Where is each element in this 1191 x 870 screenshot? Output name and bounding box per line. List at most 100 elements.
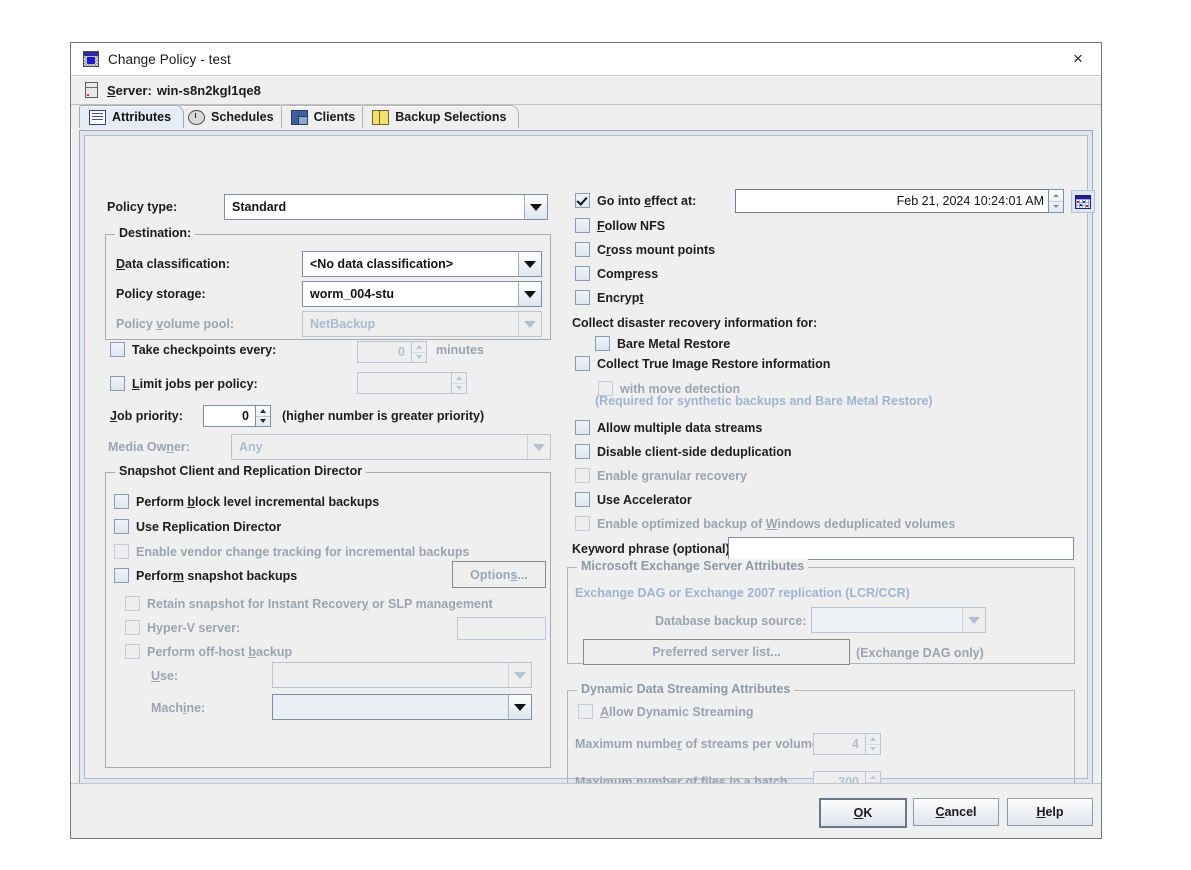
max-streams-label: Maximum number of streams per volume (575, 737, 819, 751)
help-button[interactable]: Help (1007, 798, 1093, 826)
perform-snapshot-row[interactable]: Perform snapshot backups (114, 568, 297, 583)
exchange-attributes-group-title: Microsoft Exchange Server Attributes (577, 559, 809, 573)
enable-granular-recovery-label: Enable granular recovery (597, 468, 748, 483)
policy-volume-pool-value: NetBackup (310, 317, 376, 331)
follow-nfs-label: Follow NFS (597, 218, 666, 233)
keyword-phrase-input[interactable] (728, 537, 1074, 560)
database-backup-source-combo (811, 607, 986, 633)
encrypt-checkbox[interactable] (575, 290, 590, 305)
tab-attributes[interactable]: Attributes (79, 105, 185, 128)
hyperv-server-field (457, 617, 546, 640)
offhost-machine-combo[interactable] (272, 694, 532, 720)
cancel-button[interactable]: Cancel (913, 798, 999, 826)
attributes-panel-inner: Policy type: Standard Destination: Data … (84, 135, 1095, 805)
collect-tir-row[interactable]: Collect True Image Restore information (575, 356, 830, 371)
enable-granular-recovery-checkbox (575, 468, 590, 483)
take-checkpoints-label: Take checkpoints every: (132, 342, 277, 357)
follow-nfs-checkbox[interactable] (575, 218, 590, 233)
chevron-down-icon (527, 435, 550, 459)
chevron-down-icon[interactable] (518, 282, 541, 306)
policy-type-combo[interactable]: Standard (224, 194, 548, 220)
go-into-effect-row[interactable]: Go into effect at: (575, 193, 696, 208)
perform-block-level-row[interactable]: Perform block level incremental backups (114, 494, 379, 509)
allow-multiple-streams-checkbox[interactable] (575, 420, 590, 435)
collect-dr-label: Collect disaster recovery information fo… (572, 316, 818, 330)
policy-volume-pool-label: Policy volume pool: (116, 317, 235, 331)
bare-metal-restore-checkbox[interactable] (595, 336, 610, 351)
disable-client-dedup-checkbox[interactable] (575, 444, 590, 459)
limit-jobs-value (357, 372, 451, 394)
preferred-server-list-button[interactable]: Preferred server list... (583, 639, 850, 665)
limit-jobs-spin-buttons (451, 372, 467, 394)
policy-volume-pool-combo: NetBackup (302, 311, 542, 337)
enable-vendor-change-checkbox (114, 544, 129, 559)
screen: Change Policy - test × Server: win-s8n2k… (0, 0, 1191, 870)
use-replication-director-row[interactable]: Use Replication Director (114, 519, 281, 534)
chevron-down-icon[interactable] (524, 195, 547, 219)
media-owner-value: Any (239, 440, 263, 454)
take-checkpoints-checkbox[interactable] (110, 342, 125, 357)
use-replication-director-checkbox[interactable] (114, 519, 129, 534)
ok-button[interactable]: OK (819, 798, 907, 828)
allow-dynamic-streaming-label: Allow Dynamic Streaming (600, 704, 754, 719)
allow-multiple-streams-label: Allow multiple data streams (597, 420, 763, 435)
cross-mount-points-label: Cross mount points (597, 242, 716, 257)
bare-metal-restore-row[interactable]: Bare Metal Restore (595, 336, 730, 351)
close-icon[interactable]: × (1055, 43, 1101, 74)
tab-backup-selections[interactable]: Backup Selections (362, 105, 520, 128)
enable-vendor-change-label: Enable vendor change tracking for increm… (136, 544, 470, 559)
calendar-icon[interactable] (1071, 190, 1095, 213)
policy-storage-combo[interactable]: worm_004-stu (302, 281, 542, 307)
go-into-effect-value[interactable]: Feb 21, 2024 10:24:01 AM (735, 189, 1048, 213)
cross-mount-points-row[interactable]: Cross mount points (575, 242, 715, 257)
job-priority-spinner[interactable]: 0 (203, 405, 271, 427)
max-streams-spin-buttons (865, 733, 881, 755)
take-checkpoints-row[interactable]: Take checkpoints every: (110, 342, 276, 357)
cross-mount-points-checkbox[interactable] (575, 242, 590, 257)
policy-storage-value: worm_004-stu (310, 287, 395, 301)
use-accelerator-checkbox[interactable] (575, 492, 590, 507)
perform-block-level-checkbox[interactable] (114, 494, 129, 509)
allow-multiple-streams-row[interactable]: Allow multiple data streams (575, 420, 762, 435)
change-policy-dialog: Change Policy - test × Server: win-s8n2k… (70, 42, 1102, 839)
schedules-icon (188, 109, 206, 125)
chevron-down-icon[interactable] (508, 695, 531, 719)
compress-checkbox[interactable] (575, 266, 590, 281)
cancel-button-label: Cancel (935, 805, 977, 819)
go-into-effect-datetime[interactable]: Feb 21, 2024 10:24:01 AM (735, 189, 1064, 213)
tab-clients[interactable]: Clients (280, 105, 369, 128)
max-streams-value: 4 (813, 733, 865, 755)
collect-tir-checkbox[interactable] (575, 356, 590, 371)
disable-client-dedup-row[interactable]: Disable client-side deduplication (575, 444, 791, 459)
go-into-effect-label: Go into effect at: (597, 193, 697, 208)
offhost-machine-label: Machine: (151, 701, 206, 715)
policy-storage-label: Policy storage: (116, 287, 206, 301)
snapshot-options-button[interactable]: Options... (452, 561, 546, 588)
limit-jobs-row[interactable]: Limit jobs per policy: (110, 376, 258, 391)
enable-granular-recovery-row: Enable granular recovery (575, 468, 747, 483)
dynamic-streaming-group-title: Dynamic Data Streaming Attributes (577, 682, 795, 696)
clients-icon (290, 109, 308, 125)
chevron-down-icon (518, 312, 541, 336)
tab-clients-label: Clients (313, 110, 356, 124)
go-into-effect-checkbox[interactable] (575, 193, 590, 208)
collect-tir-label: Collect True Image Restore information (597, 356, 831, 371)
chevron-down-icon[interactable] (518, 252, 541, 276)
use-accelerator-row[interactable]: Use Accelerator (575, 492, 692, 507)
required-note: (Required for synthetic backups and Bare… (595, 394, 933, 408)
limit-jobs-checkbox[interactable] (110, 376, 125, 391)
follow-nfs-row[interactable]: Follow NFS (575, 218, 665, 233)
perform-snapshot-checkbox[interactable] (114, 568, 129, 583)
offhost-use-combo (272, 662, 532, 688)
data-classification-combo[interactable]: <No data classification> (302, 251, 542, 277)
encrypt-row[interactable]: Encrypt (575, 290, 644, 305)
tab-schedules[interactable]: Schedules (178, 105, 287, 128)
ok-button-label: OK (853, 806, 873, 820)
allow-dynamic-streaming-checkbox (578, 704, 593, 719)
help-button-label: Help (1036, 805, 1064, 819)
job-priority-spin-buttons[interactable] (255, 405, 271, 427)
go-into-effect-spin-buttons[interactable] (1048, 189, 1064, 213)
keyword-phrase-label: Keyword phrase (optional): (572, 542, 734, 556)
compress-row[interactable]: Compress (575, 266, 658, 281)
job-priority-value[interactable]: 0 (203, 405, 255, 427)
